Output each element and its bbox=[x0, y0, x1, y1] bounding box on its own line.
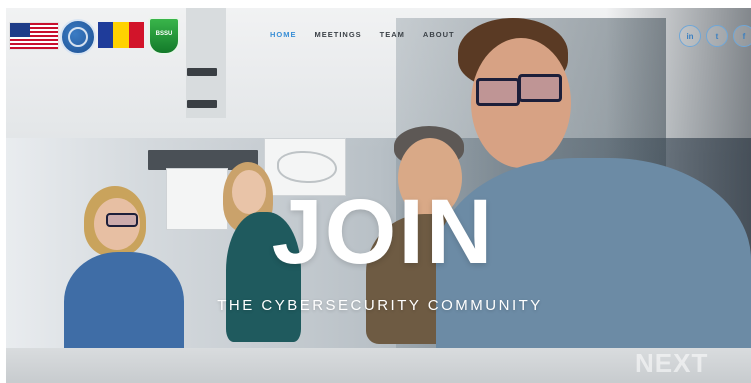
hero-title: JOIN bbox=[271, 181, 495, 283]
nav-item-meetings[interactable]: MEETINGS bbox=[315, 30, 362, 39]
shield-logo-text: BSSU bbox=[155, 31, 173, 37]
linkedin-icon[interactable]: in bbox=[679, 25, 701, 47]
hero-subtitle: THE CYBERSECURITY COMMUNITY bbox=[217, 297, 543, 314]
shield-logo-icon[interactable]: BSSU bbox=[148, 17, 180, 55]
facebook-icon[interactable]: f bbox=[733, 25, 751, 47]
romania-flag-icon bbox=[98, 22, 144, 48]
nav-item-home[interactable]: HOME bbox=[270, 30, 297, 39]
main-nav: HOME MEETINGS TEAM ABOUT bbox=[270, 30, 455, 39]
twitter-icon[interactable]: t bbox=[706, 25, 728, 47]
usa-flag-icon bbox=[9, 22, 59, 50]
background-whiteboard bbox=[166, 168, 228, 230]
nav-item-team[interactable]: TEAM bbox=[380, 30, 405, 39]
site-header: BSSU HOME MEETINGS TEAM ABOUT in t f bbox=[6, 8, 751, 64]
background-vent bbox=[187, 100, 217, 108]
background-vent bbox=[187, 68, 217, 76]
nav-item-about[interactable]: ABOUT bbox=[423, 30, 455, 39]
slider-next-button[interactable]: NEXT bbox=[635, 348, 708, 379]
globe-logo-icon[interactable] bbox=[60, 19, 96, 55]
